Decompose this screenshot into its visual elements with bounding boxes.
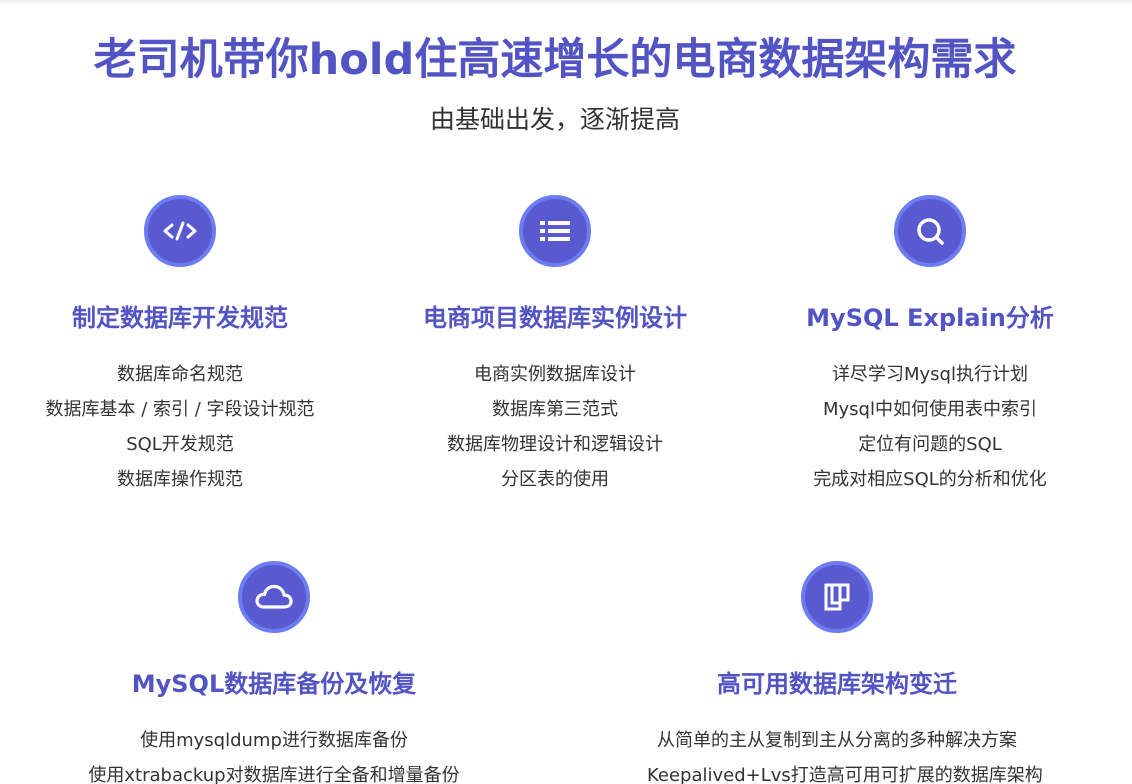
feature-item-list: 使用mysqldump进行数据库备份 使用xtrabackup对数据库进行全备和…	[84, 723, 464, 784]
code-icon	[144, 195, 216, 267]
list-item: 数据库操作规范	[117, 469, 243, 490]
list-item: 电商实例数据库设计	[474, 364, 636, 385]
feature-title: MySQL数据库备份及恢复	[131, 670, 417, 698]
list-item: 从简单的主从复制到主从分离的多种解决方案	[657, 730, 1017, 751]
layout-icon	[801, 561, 873, 633]
page-title: 老司机带你hold住高速增长的电商数据架构需求	[93, 35, 1017, 85]
list-item: 详尽学习Mysql执行计划	[832, 364, 1028, 385]
feature-title: 制定数据库开发规范	[72, 304, 288, 332]
feature-card-dev-standards: 制定数据库开发规范 数据库命名规范 数据库基本 / 索引 / 字段设计规范 SQ…	[0, 195, 370, 497]
list-item: Keepalived+Lvs打造高可用可扩展的数据库架构	[647, 765, 1043, 784]
cloud-icon	[238, 561, 310, 633]
feature-card-instance-design: 电商项目数据库实例设计 电商实例数据库设计 数据库第三范式 数据库物理设计和逻辑…	[365, 195, 745, 497]
feature-title: 电商项目数据库实例设计	[423, 304, 687, 332]
feature-title: 高可用数据库架构变迁	[717, 670, 957, 698]
feature-card-explain: MySQL Explain分析 详尽学习Mysql执行计划 Mysql中如何使用…	[740, 195, 1120, 497]
list-item: SQL开发规范	[126, 434, 234, 455]
feature-item-list: 数据库命名规范 数据库基本 / 索引 / 字段设计规范 SQL开发规范 数据库操…	[0, 357, 370, 497]
top-divider	[0, 0, 1132, 6]
list-item: 数据库命名规范	[117, 364, 243, 385]
list-item: Mysql中如何使用表中索引	[823, 399, 1037, 420]
search-icon	[894, 195, 966, 267]
list-item: 数据库物理设计和逻辑设计	[447, 434, 663, 455]
list-item: 定位有问题的SQL	[858, 434, 1002, 455]
feature-item-list: 详尽学习Mysql执行计划 Mysql中如何使用表中索引 定位有问题的SQL 完…	[740, 357, 1120, 497]
feature-title: MySQL Explain分析	[806, 304, 1054, 332]
page: 老司机带你hold住高速增长的电商数据架构需求 由基础出发，逐渐提高 制定数据库…	[0, 0, 1132, 784]
list-item: 使用xtrabackup对数据库进行全备和增量备份	[88, 765, 460, 784]
feature-item-list: 从简单的主从复制到主从分离的多种解决方案 Keepalived+Lvs打造高可用…	[647, 723, 1043, 784]
list-icon	[519, 195, 591, 267]
feature-item-list: 电商实例数据库设计 数据库第三范式 数据库物理设计和逻辑设计 分区表的使用	[365, 357, 745, 497]
list-item: 分区表的使用	[501, 469, 609, 490]
feature-card-ha-architecture: 高可用数据库架构变迁 从简单的主从复制到主从分离的多种解决方案 Keepaliv…	[647, 561, 1043, 784]
list-item: 数据库基本 / 索引 / 字段设计规范	[45, 399, 315, 420]
list-item: 数据库第三范式	[492, 399, 618, 420]
feature-card-backup: MySQL数据库备份及恢复 使用mysqldump进行数据库备份 使用xtrab…	[84, 561, 464, 784]
list-item: 完成对相应SQL的分析和优化	[813, 469, 1047, 490]
page-subtitle: 由基础出发，逐渐提高	[429, 105, 680, 134]
list-item: 使用mysqldump进行数据库备份	[140, 730, 408, 751]
